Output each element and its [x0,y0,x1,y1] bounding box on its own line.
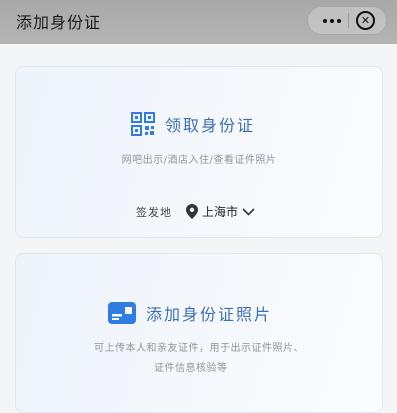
add-photo-header: 添加身份证照片 [108,301,272,325]
add-photo-description-line1: 可上传本人和亲友证件，用于出示证件照片、 [94,343,304,354]
capsule-menu: ✕ [307,6,387,35]
location-label: 签发地 [136,205,172,219]
collect-id-header: 领取身份证 [131,112,255,136]
collect-id-title: 领取身份证 [165,116,256,135]
id-card-icon [108,302,136,324]
close-circle-icon[interactable]: ✕ [356,11,375,30]
location-selector[interactable]: 签发地 上海市 [136,203,255,220]
collect-id-card[interactable]: 领取身份证 网吧出示/酒店入住/查看证件照片 签发地 上海市 [15,66,383,238]
more-dots-icon[interactable] [318,7,346,34]
capsule-divider [348,13,349,28]
collect-id-description: 网吧出示/酒店入住/查看证件照片 [121,155,277,166]
navigation-bar: 添加身份证 ✕ [0,0,397,44]
chevron-down-icon [242,207,255,216]
page-title: 添加身份证 [16,13,102,32]
qr-code-icon [131,112,155,136]
city-value: 上海市 [202,205,239,219]
add-id-photo-card[interactable]: 添加身份证照片 可上传本人和亲友证件，用于出示证件照片、 证件信息核验等 [15,253,383,413]
add-photo-title: 添加身份证照片 [146,305,273,324]
location-pin-icon [186,204,198,219]
add-photo-description-line2: 证件信息核验等 [154,363,228,374]
